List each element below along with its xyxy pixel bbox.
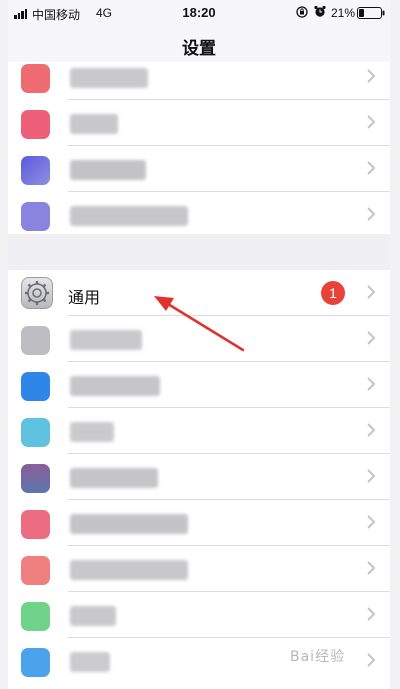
app-icon (21, 648, 50, 677)
redacted-label (70, 468, 158, 488)
redacted-label (70, 68, 148, 88)
settings-row-redacted[interactable] (8, 500, 390, 546)
settings-row-redacted[interactable] (8, 408, 390, 454)
settings-row-redacted[interactable] (8, 454, 390, 500)
chevron-right-icon (367, 285, 376, 299)
app-icon (21, 464, 50, 493)
status-bar: 中国移动 4G 18:20 21% (8, 0, 390, 26)
redacted-label (70, 422, 114, 442)
app-icon (21, 510, 50, 539)
app-icon (21, 202, 50, 231)
redacted-label (70, 114, 118, 134)
app-icon (21, 418, 50, 447)
chevron-right-icon (367, 377, 376, 391)
redacted-label (70, 160, 146, 180)
battery-icon (357, 7, 385, 19)
settings-row-redacted[interactable] (8, 546, 390, 592)
redacted-label (70, 206, 188, 226)
redacted-label (70, 560, 188, 580)
chevron-right-icon (367, 423, 376, 437)
general-label: 通用 (68, 288, 101, 307)
settings-row-redacted[interactable] (8, 54, 390, 100)
redacted-label (70, 514, 188, 534)
chevron-right-icon (367, 207, 376, 221)
chevron-right-icon (367, 469, 376, 483)
chevron-right-icon (367, 607, 376, 621)
battery-percent: 21% (331, 6, 356, 20)
app-icon (21, 156, 50, 185)
chevron-right-icon (367, 331, 376, 345)
redacted-label (70, 330, 142, 350)
settings-row-redacted[interactable] (8, 362, 390, 408)
settings-group-top (8, 62, 390, 234)
chevron-right-icon (367, 653, 376, 667)
annotation-arrow-icon (154, 296, 245, 352)
app-icon (21, 556, 50, 585)
gear-icon (21, 277, 53, 309)
chevron-right-icon (367, 515, 376, 529)
watermark: Bai经验 (290, 649, 346, 665)
settings-screen: 中国移动 4G 18:20 21% 设置 通用 1 Bai经验 (8, 0, 390, 689)
settings-row-redacted[interactable] (8, 100, 390, 146)
app-icon (21, 372, 50, 401)
notification-badge: 1 (321, 281, 345, 305)
settings-row-redacted[interactable] (8, 192, 390, 238)
settings-row-redacted[interactable] (8, 146, 390, 192)
chevron-right-icon (367, 561, 376, 575)
app-icon (21, 110, 50, 139)
orientation-lock-icon (296, 6, 308, 18)
app-icon (21, 326, 50, 355)
redacted-label (70, 652, 110, 672)
group-separator (8, 234, 390, 270)
alarm-icon (314, 5, 326, 17)
app-icon (21, 602, 50, 631)
chevron-right-icon (367, 69, 376, 83)
chevron-right-icon (367, 115, 376, 129)
redacted-label (70, 376, 160, 396)
app-icon (21, 64, 50, 93)
chevron-right-icon (367, 161, 376, 175)
redacted-label (70, 606, 116, 626)
settings-row-redacted[interactable] (8, 592, 390, 638)
